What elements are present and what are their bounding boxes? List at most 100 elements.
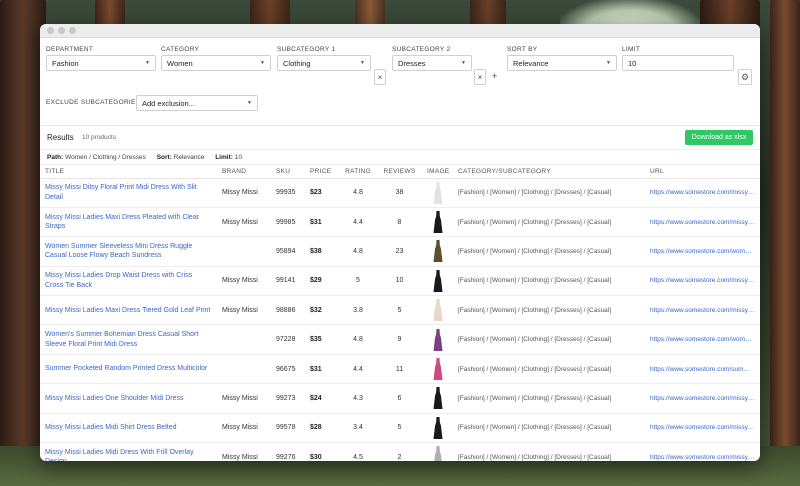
price-cell: $24 [305, 383, 339, 414]
chevron-down-icon: ▼ [606, 60, 611, 66]
image-cell [422, 413, 453, 444]
sku-cell: 95894 [271, 236, 305, 267]
category-cell: [Fashion] / [Women] / [Clothing] / [Dres… [453, 324, 645, 355]
sort-summary-label: Sort: [156, 154, 172, 161]
add-subcategory-button[interactable]: + [492, 71, 497, 81]
sort-label: SORT BY [507, 46, 538, 53]
department-select[interactable]: Fashion ▼ [46, 55, 156, 71]
table-row[interactable]: Summer Pocketed Random Printed Dress Mul… [40, 354, 760, 385]
url-cell: https://www.somestore.com/missy-missi-fr… [645, 442, 760, 461]
product-title-link[interactable]: Missy Missi Ladies One Shoulder Midi Dre… [45, 394, 212, 404]
reviews-cell: 9 [377, 324, 422, 355]
column-header-title[interactable]: TITLE [40, 165, 217, 179]
table-row[interactable]: Missy Missi Ladies Midi Dress With Frill… [40, 442, 760, 461]
table-row[interactable]: Women Summer Sleeveless Mini Dress Ruggl… [40, 236, 760, 267]
product-url-link[interactable]: https://www.somestore.com/missy-missi-la… [650, 219, 755, 226]
table-row[interactable]: Missy Missi Ladies Maxi Dress Pleated wi… [40, 207, 760, 238]
product-title-link[interactable]: Missy Missi Ladies Maxi Dress Pleated wi… [45, 213, 212, 232]
product-title-link[interactable]: Women's Summer Bohemian Dress Casual Sho… [45, 330, 212, 349]
clear-subcategory1-button[interactable]: × [374, 69, 386, 85]
column-header-reviews[interactable]: REVIEWS [377, 165, 422, 179]
product-thumbnail[interactable] [433, 211, 443, 234]
table-header-row: TITLE BRAND SKU PRICE RATING REVIEWS IMA… [40, 165, 760, 179]
table-row[interactable]: Missy Missi Ladies One Shoulder Midi Dre… [40, 383, 760, 414]
product-title-link[interactable]: Missy Missi Ladies Maxi Dress Tiered Gol… [45, 306, 212, 316]
column-header-category[interactable]: CATEGORY/SUBCATEGORY [453, 165, 645, 179]
price-cell: $31 [305, 354, 339, 385]
limit-input[interactable]: 10 [622, 55, 734, 71]
product-url-link[interactable]: https://www.somestore.com/summer-pockete… [650, 366, 755, 373]
product-url-link[interactable]: https://www.somestore.com/women-summer-s… [650, 248, 755, 255]
sort-select[interactable]: Relevance ▼ [507, 55, 617, 71]
product-url-link[interactable]: https://www.somestore.com/missy-missi-mi… [650, 424, 755, 431]
table-row[interactable]: Missy Missi Ladies Maxi Dress Tiered Gol… [40, 295, 760, 326]
product-url-link[interactable]: https://www.somestore.com/womens-summer-… [650, 336, 755, 343]
column-header-rating[interactable]: RATING [339, 165, 377, 179]
product-url-link[interactable]: https://www.somestore.com/missy-missi-ma… [650, 307, 755, 314]
product-title-link[interactable]: Women Summer Sleeveless Mini Dress Ruggl… [45, 242, 212, 261]
product-url-link[interactable]: https://www.somestore.com/missy-missi-fr… [650, 454, 755, 461]
category-select[interactable]: Women ▼ [161, 55, 271, 71]
table-row[interactable]: Women's Summer Bohemian Dress Casual Sho… [40, 324, 760, 355]
exclude-subcategories-select[interactable]: Add exclusion... ▼ [136, 95, 258, 111]
column-header-sku[interactable]: SKU [271, 165, 305, 179]
product-title-link[interactable]: Summer Pocketed Random Printed Dress Mul… [45, 364, 212, 374]
product-url-link[interactable]: https://www.somestore.com/missy-missi-on… [650, 395, 755, 402]
product-title-link[interactable]: Missy Missi Ladies Drop Waist Dress with… [45, 271, 212, 290]
product-thumbnail[interactable] [433, 299, 443, 322]
table-row[interactable]: Missy Missi Ladies Midi Shirt Dress Belt… [40, 413, 760, 444]
window-minimize-control[interactable] [58, 27, 65, 34]
window-titlebar [40, 24, 760, 38]
limit-summary-label: Limit: [215, 154, 233, 161]
reviews-cell: 8 [377, 207, 422, 238]
product-title-link[interactable]: Missy Missi Ditsy Floral Print Midi Dres… [45, 183, 212, 202]
product-thumbnail[interactable] [433, 387, 443, 410]
url-cell: https://www.somestore.com/missy-missi-on… [645, 383, 760, 414]
product-thumbnail[interactable] [433, 181, 443, 204]
price-cell: $23 [305, 178, 339, 208]
sort-summary-value: Relevance [173, 154, 205, 161]
table-row[interactable]: Missy Missi Ladies Drop Waist Dress with… [40, 266, 760, 297]
download-xlsx-button[interactable]: Download as xlsx [685, 130, 753, 145]
product-title-link[interactable]: Missy Missi Ladies Midi Shirt Dress Belt… [45, 423, 212, 433]
image-cell [422, 207, 453, 238]
brand-cell [217, 354, 271, 385]
column-header-brand[interactable]: BRAND [217, 165, 271, 179]
rating-cell: 4.5 [339, 442, 377, 461]
column-header-url[interactable]: URL [645, 165, 760, 179]
category-label: CATEGORY [161, 46, 200, 53]
subcategory2-select[interactable]: Dresses ▼ [392, 55, 472, 71]
image-cell [422, 266, 453, 297]
window-zoom-control[interactable] [69, 27, 76, 34]
subcategory1-select[interactable]: Clothing ▼ [277, 55, 371, 71]
price-cell: $31 [305, 207, 339, 238]
subcategory1-filter: SUBCATEGORY 1 Clothing ▼ [277, 45, 371, 71]
url-cell: https://www.somestore.com/missy-missi-la… [645, 207, 760, 238]
product-thumbnail[interactable] [433, 358, 443, 381]
product-title-link[interactable]: Missy Missi Ladies Midi Dress With Frill… [45, 448, 212, 461]
product-url-link[interactable]: https://www.somestore.com/missy-missi-dr… [650, 277, 755, 284]
product-url-link[interactable]: https://www.somestore.com/missy-missi-di… [650, 189, 755, 196]
settings-button[interactable]: ⚙ [738, 69, 752, 85]
clear-subcategory2-button[interactable]: × [474, 69, 486, 85]
category-cell: [Fashion] / [Women] / [Clothing] / [Dres… [453, 178, 645, 208]
subcategory1-label: SUBCATEGORY 1 [277, 46, 336, 53]
brand-cell: Missy Missi [217, 266, 271, 297]
image-cell [422, 295, 453, 326]
product-title-cell: Missy Missi Ladies Drop Waist Dress with… [40, 266, 217, 297]
sku-cell: 99273 [271, 383, 305, 414]
product-thumbnail[interactable] [433, 269, 443, 292]
query-summary: Path: Women / Clothing / Dresses Sort: R… [40, 150, 760, 165]
reviews-cell: 5 [377, 413, 422, 444]
product-thumbnail[interactable] [433, 328, 443, 351]
reviews-cell: 11 [377, 354, 422, 385]
column-header-price[interactable]: PRICE [305, 165, 339, 179]
product-thumbnail[interactable] [433, 416, 443, 439]
product-thumbnail[interactable] [433, 240, 443, 263]
app-window: DEPARTMENT Fashion ▼ CATEGORY Women ▼ SU… [40, 24, 760, 461]
window-close-control[interactable] [47, 27, 54, 34]
column-header-image: IMAGE [422, 165, 453, 179]
table-row[interactable]: Missy Missi Ditsy Floral Print Midi Dres… [40, 178, 760, 208]
category-cell: [Fashion] / [Women] / [Clothing] / [Dres… [453, 266, 645, 297]
product-thumbnail[interactable] [433, 446, 443, 461]
